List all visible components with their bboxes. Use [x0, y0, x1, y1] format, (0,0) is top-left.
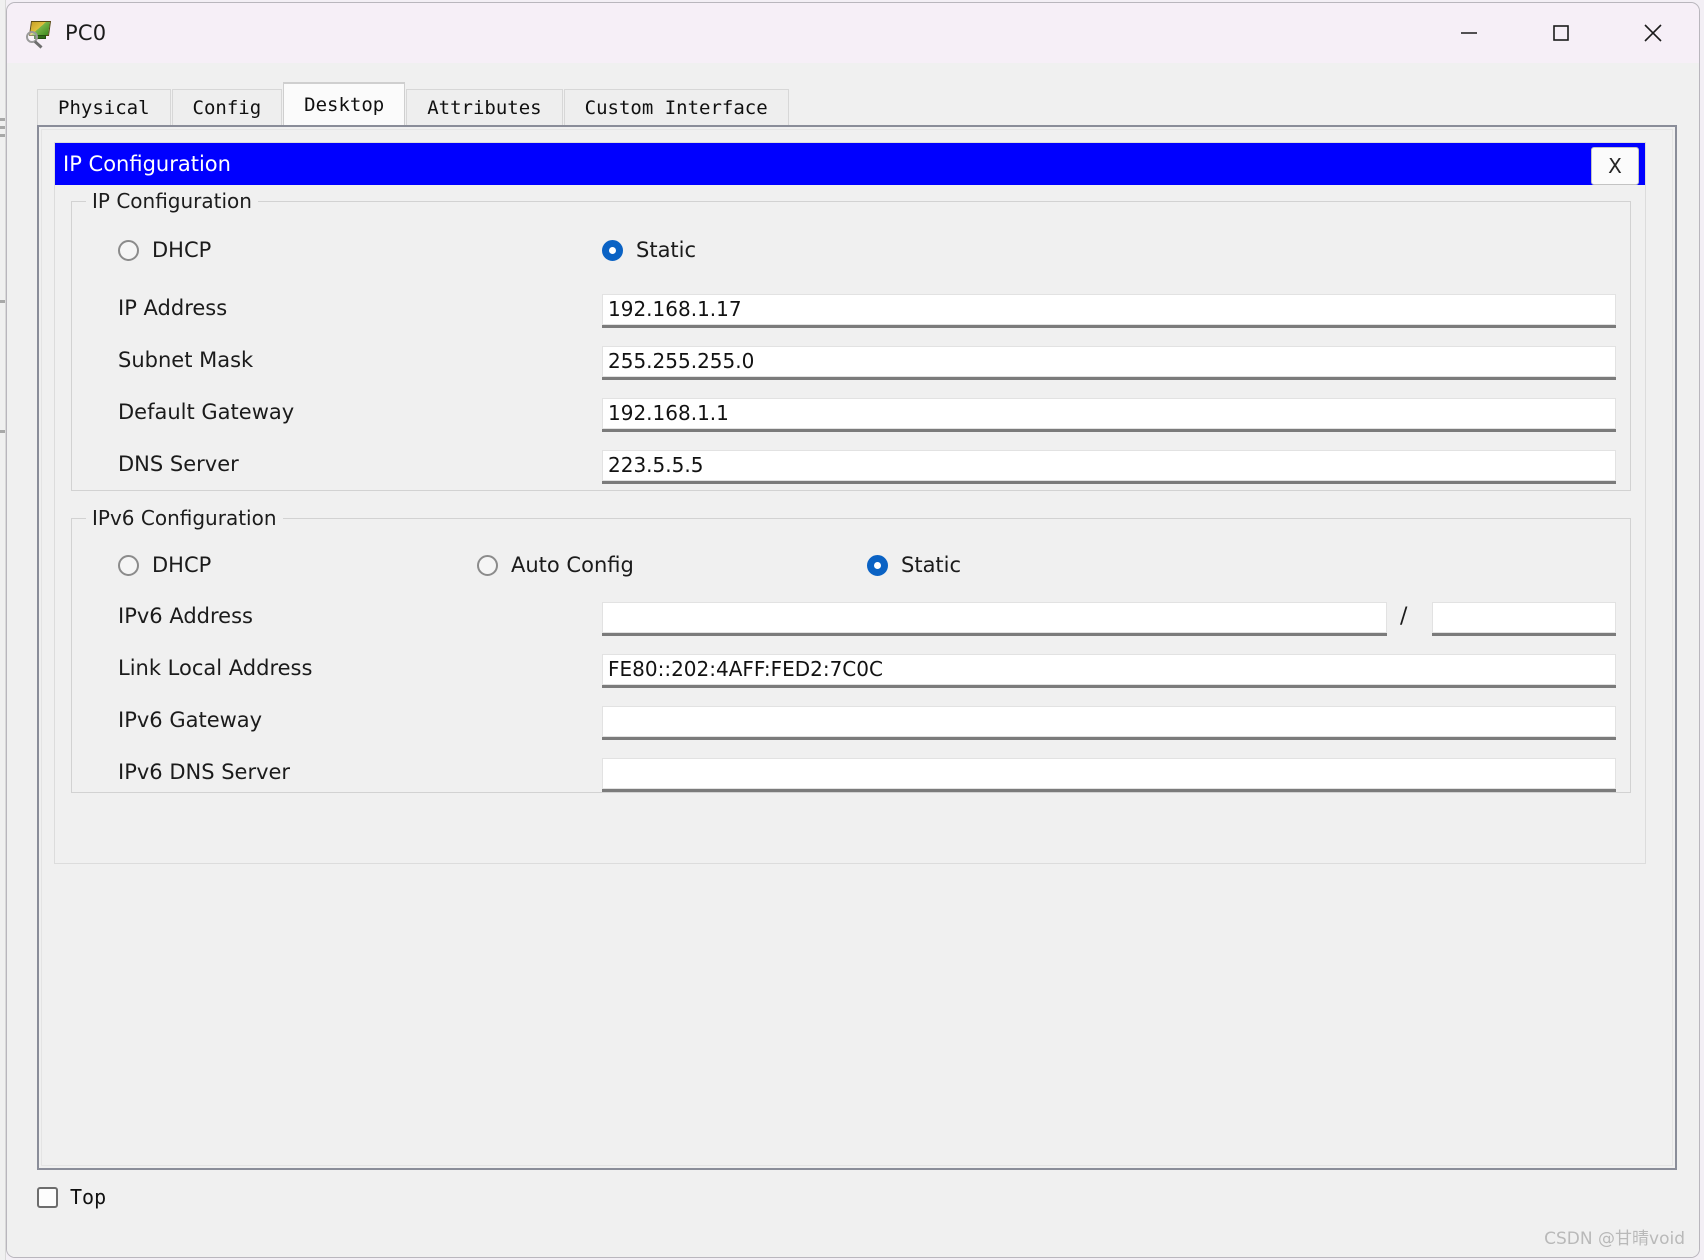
- minimize-button[interactable]: [1423, 3, 1515, 63]
- ipv6-prefix-input[interactable]: [1432, 602, 1616, 636]
- link-local-address-input[interactable]: FE80::202:4AFF:FED2:7C0C: [602, 654, 1616, 688]
- ipv6-dns-server-label: IPv6 DNS Server: [118, 760, 291, 784]
- tab-config-label: Config: [192, 96, 262, 119]
- ipv4-static-label: Static: [636, 238, 697, 262]
- top-checkbox-label: Top: [70, 1185, 107, 1209]
- ip-configuration-title: IP Configuration: [63, 152, 231, 176]
- link-local-address-label: Link Local Address: [118, 656, 313, 680]
- ip-configuration-window: IP Configuration X IP Configuration DHCP: [54, 142, 1646, 864]
- radio-checked-icon: [867, 554, 888, 576]
- ipv6-group-legend: IPv6 Configuration: [86, 506, 283, 530]
- device-tabs: Physical Config Desktop Attributes Custo…: [37, 83, 790, 125]
- tab-desktop-label: Desktop: [304, 93, 385, 116]
- tab-attributes[interactable]: Attributes: [406, 89, 563, 125]
- ipv6-dhcp-radio[interactable]: DHCP: [118, 553, 211, 577]
- dns-server-label: DNS Server: [118, 452, 239, 476]
- window-content: Physical Config Desktop Attributes Custo…: [7, 63, 1699, 1257]
- ipv6-static-radio[interactable]: Static: [867, 553, 961, 577]
- radio-unchecked-icon: [477, 554, 498, 576]
- ipv6-gateway-input[interactable]: [602, 706, 1616, 740]
- close-button[interactable]: [1607, 3, 1699, 63]
- tab-desktop[interactable]: Desktop: [283, 83, 406, 125]
- ip-configuration-titlebar: IP Configuration X: [55, 143, 1645, 185]
- checkbox-unchecked-icon[interactable]: [37, 1186, 58, 1208]
- ipv6-configuration-group: IPv6 Configuration DHCP Auto Config Stat…: [71, 506, 1631, 793]
- tab-custom-interface[interactable]: Custom Interface: [563, 89, 789, 125]
- ip-address-input[interactable]: 192.168.1.17: [602, 294, 1616, 328]
- ipv6-static-label: Static: [901, 553, 962, 577]
- watermark: CSDN @甘晴void: [1544, 1229, 1685, 1249]
- subnet-mask-label: Subnet Mask: [118, 348, 254, 372]
- ip-address-label: IP Address: [118, 296, 228, 320]
- window-title: PC0: [65, 21, 107, 45]
- pc0-window: PC0 Physical Config Desktop Attributes C…: [6, 2, 1700, 1258]
- subnet-mask-input[interactable]: 255.255.255.0: [602, 346, 1616, 380]
- maximize-icon: [1553, 25, 1569, 41]
- radio-unchecked-icon: [118, 554, 139, 576]
- ipv4-static-radio[interactable]: Static: [602, 238, 696, 262]
- ipv6-prefix-separator: /: [1400, 604, 1408, 629]
- default-gateway-label: Default Gateway: [118, 400, 295, 424]
- ipv4-dhcp-radio[interactable]: DHCP: [118, 238, 211, 262]
- ipv4-dhcp-label: DHCP: [152, 238, 212, 262]
- desktop-panel-inner: IP Configuration X IP Configuration DHCP: [41, 129, 1673, 1166]
- ipv4-configuration-group: IP Configuration DHCP Static IP Address …: [71, 189, 1631, 491]
- default-gateway-input[interactable]: 192.168.1.1: [602, 398, 1616, 432]
- ipv4-group-legend: IP Configuration: [86, 189, 258, 213]
- radio-unchecked-icon: [118, 239, 139, 261]
- top-checkbox-row[interactable]: Top: [37, 1185, 106, 1209]
- window-title-group: PC0: [7, 18, 107, 49]
- ipv6-auto-config-radio[interactable]: Auto Config: [477, 553, 634, 577]
- tab-physical[interactable]: Physical: [37, 89, 171, 125]
- ipv6-address-input[interactable]: [602, 602, 1387, 636]
- ipv6-auto-config-label: Auto Config: [511, 553, 634, 577]
- desktop-panel: IP Configuration X IP Configuration DHCP: [37, 125, 1677, 1170]
- ipv6-gateway-label: IPv6 Gateway: [118, 708, 263, 732]
- window-controls: [1423, 3, 1699, 63]
- close-icon: [1644, 24, 1662, 42]
- tab-physical-label: Physical: [58, 96, 150, 119]
- tab-config[interactable]: Config: [171, 89, 283, 125]
- tab-custom-interface-label: Custom Interface: [584, 96, 768, 119]
- dns-server-input[interactable]: 223.5.5.5: [602, 450, 1616, 484]
- radio-checked-icon: [602, 239, 623, 261]
- ipv6-address-label: IPv6 Address: [118, 604, 253, 628]
- window-titlebar: PC0: [7, 3, 1699, 63]
- ipv6-dns-server-input[interactable]: [602, 758, 1616, 792]
- tab-attributes-label: Attributes: [427, 96, 542, 119]
- maximize-button[interactable]: [1515, 3, 1607, 63]
- ipv6-dhcp-label: DHCP: [152, 553, 212, 577]
- screen-root: PC0 Physical Config Desktop Attributes C…: [0, 0, 1704, 1260]
- pc-device-icon: [25, 18, 55, 49]
- ip-configuration-close-button[interactable]: X: [1591, 147, 1639, 185]
- minimize-icon: [1461, 32, 1477, 34]
